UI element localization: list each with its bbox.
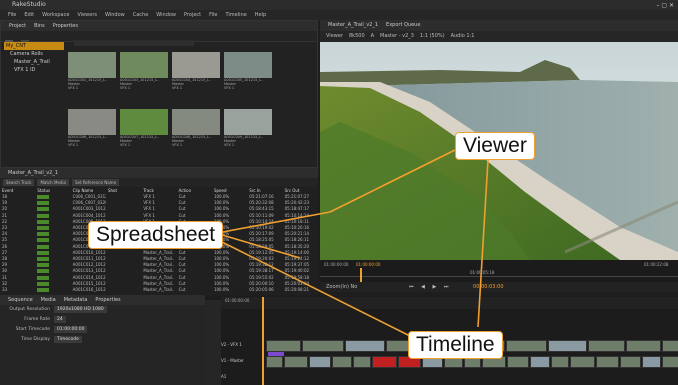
viewer-callout: Viewer (455, 132, 535, 160)
callout-arrows (211, 149, 489, 341)
spreadsheet-callout: Spreadsheet (88, 221, 224, 249)
timeline-callout: Timeline (408, 331, 503, 359)
